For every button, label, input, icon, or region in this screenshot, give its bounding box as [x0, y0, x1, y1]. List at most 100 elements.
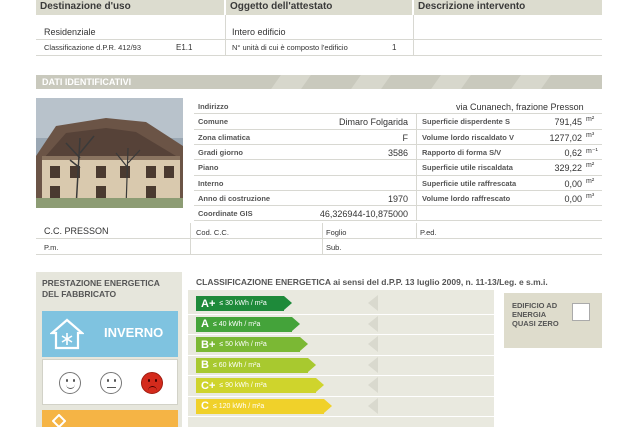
prestazione-title: PRESTAZIONE ENERGETICA DEL FABBRICATO — [42, 278, 160, 300]
dati-right-value: 0,00 — [564, 193, 582, 204]
energy-class-name: A+ — [201, 297, 216, 310]
dati-value: Dimaro Folgarida — [338, 117, 408, 128]
energy-class-bar: B ≤ 60 kWh / m²a — [196, 357, 316, 373]
divider — [413, 15, 414, 56]
dati-right-value: 0,00 — [564, 178, 582, 189]
nzeb-checkbox[interactable] — [572, 303, 590, 321]
dati-right-value: 791,45 — [554, 117, 582, 128]
dati-value: 46,326944-10,875000 — [319, 209, 408, 220]
dati-label: Gradi giorno — [198, 147, 243, 157]
building-photo — [36, 98, 183, 208]
energy-class-limit: ≤ 30 kWh / m²a — [219, 300, 267, 307]
dati-label: Piano — [198, 163, 219, 173]
divider — [322, 223, 323, 255]
nzeb-line2: ENERGIA — [512, 310, 547, 319]
dati-label: Indirizzo — [198, 102, 229, 111]
chevron-left-icon — [368, 397, 378, 414]
comfort-faces — [42, 359, 178, 405]
dati-value: F — [402, 132, 409, 143]
sad-face-icon — [141, 372, 163, 394]
ped-label: P.ed. — [420, 228, 437, 237]
nzeb-label: EDIFICIO AD ENERGIA QUASI ZERO — [512, 301, 559, 328]
dati-right-value: 0,62 — [564, 147, 582, 158]
oggetto-value: Intero edificio — [232, 27, 286, 37]
divider — [188, 375, 494, 376]
classificazione-label: Classificazione d.P.R. 412/93 — [44, 43, 142, 52]
dati-right-label: Volume lordo raffrescato — [422, 193, 511, 203]
sun-icon — [52, 414, 66, 427]
energy-class-name: C+ — [201, 379, 216, 392]
dati-value: 3586 — [387, 147, 408, 158]
prestazione-title-line1: PRESTAZIONE ENERGETICA — [42, 278, 160, 288]
sub-label: Sub. — [326, 243, 342, 252]
dati-right-value: 329,22 — [554, 163, 582, 174]
dati-right-unit: m⁻¹ — [586, 147, 598, 155]
dati-identificativi-band: DATI IDENTIFICATIVI — [36, 75, 602, 89]
header-oggetto: Oggetto dell'attestato — [226, 0, 412, 15]
dati-label: Coordinate GIS — [198, 209, 253, 219]
band-decoration — [271, 75, 311, 89]
band-decoration — [431, 75, 471, 89]
energy-class-limit: ≤ 50 kWh / m²a — [219, 341, 267, 348]
chevron-left-icon — [368, 315, 378, 332]
energy-class-name: C — [201, 400, 209, 412]
energy-class-bar: B+ ≤ 50 kWh / m²a — [196, 337, 308, 352]
unita-label: N° unità di cui è composto l'edificio — [232, 43, 348, 52]
dati-label: Comune — [198, 117, 228, 127]
prestazione-title-line2: DEL FABBRICATO — [42, 289, 117, 299]
indirizzo-value: via Cunanech, frazione Presson — [456, 102, 584, 112]
divider — [416, 114, 417, 222]
energy-class-bar: A+ ≤ 30 kWh / m²a — [196, 296, 292, 311]
dati-label: Zona climatica — [198, 132, 251, 142]
divider — [194, 189, 602, 191]
divider — [36, 254, 602, 255]
dati-right-label: Superficie disperdente S — [422, 117, 510, 127]
divider — [190, 223, 191, 255]
house-snowflake-icon — [50, 318, 84, 350]
destinazione-value: Residenziale — [44, 27, 96, 37]
dati-identificativi-title: DATI IDENTIFICATIVI — [42, 77, 132, 87]
band-decoration — [351, 75, 391, 89]
dati-right-unit: m² — [586, 177, 595, 185]
divider — [194, 128, 602, 130]
chevron-left-icon — [368, 295, 378, 311]
dati-right-unit: m² — [586, 162, 595, 170]
classificazione-title: CLASSIFICAZIONE ENERGETICA ai sensi del … — [196, 277, 548, 287]
divider — [416, 223, 417, 239]
divider — [188, 395, 494, 397]
nzeb-line3: QUASI ZERO — [512, 319, 559, 328]
energy-class-name: B — [201, 359, 209, 371]
dati-right-label: Rapporto di forma S/V — [422, 147, 502, 157]
chevron-left-icon — [368, 336, 378, 352]
dati-right-label: Superficie utile raffrescata — [422, 178, 517, 188]
energy-class-bar: A ≤ 40 kWh / m²a — [196, 316, 300, 332]
pm-label: P.m. — [44, 243, 59, 252]
energy-class-name: A — [201, 318, 209, 330]
energy-class-limit: ≤ 120 kWh / m²a — [212, 402, 265, 410]
energy-class-bar: C ≤ 120 kWh / m²a — [196, 398, 332, 414]
divider — [36, 55, 602, 56]
divider — [188, 416, 494, 417]
header-destinazione: Destinazione d'uso — [36, 0, 224, 15]
chevron-left-icon — [368, 356, 378, 373]
foglio-label: Foglio — [326, 228, 347, 237]
energy-class-limit: ≤ 60 kWh / m²a — [212, 361, 261, 369]
divider — [225, 15, 226, 56]
inverno-box: INVERNO — [42, 311, 178, 357]
estate-strip — [42, 410, 178, 427]
divider — [36, 238, 602, 239]
energy-class-bar: C+ ≤ 90 kWh / m²a — [196, 378, 324, 393]
cod-cc-label: Cod. C.C. — [196, 228, 229, 237]
dati-label: Anno di costruzione — [198, 193, 271, 203]
neutral-face-icon — [100, 372, 122, 394]
nzeb-line1: EDIFICIO AD — [512, 301, 558, 310]
dati-right-label: Volume lordo riscaldato V — [422, 132, 514, 142]
nzeb-box: EDIFICIO AD ENERGIA QUASI ZERO — [504, 293, 602, 348]
dati-right-unit: m³ — [586, 192, 595, 200]
band-decoration — [511, 75, 551, 89]
chevron-left-icon — [368, 377, 378, 393]
divider — [194, 113, 602, 115]
energy-class-limit: ≤ 40 kWh / m²a — [212, 320, 261, 328]
divider — [194, 159, 602, 161]
happy-face-icon — [59, 372, 81, 394]
